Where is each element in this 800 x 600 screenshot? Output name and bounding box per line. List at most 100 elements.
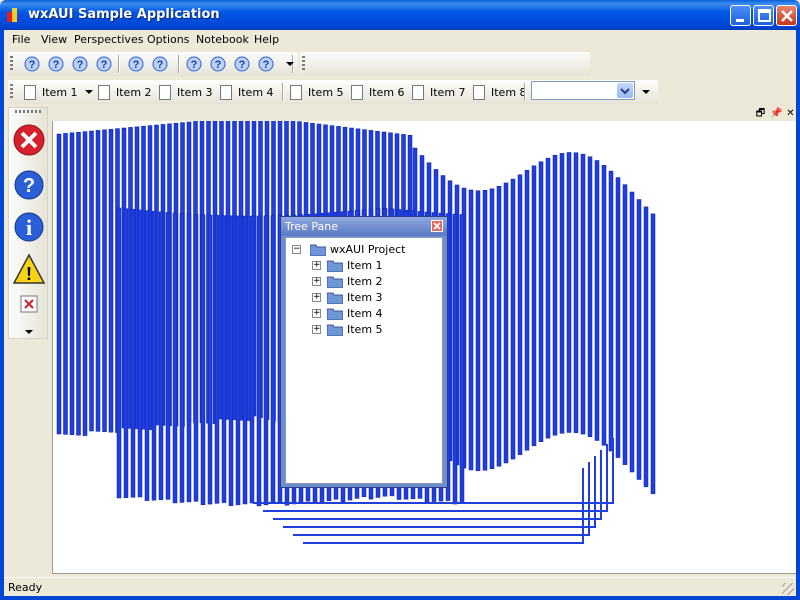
tree-pane-caption[interactable]: Tree Pane [281, 217, 447, 236]
toolbar-grip[interactable] [10, 84, 13, 100]
help-icon: ? [210, 56, 226, 72]
help-toolbar-button[interactable]: ? [71, 55, 91, 73]
toolbar-combo[interactable] [531, 81, 635, 100]
toolbar-grip[interactable] [15, 110, 43, 113]
help-toolbar-button[interactable]: ? [185, 55, 205, 73]
pane-restore-icon[interactable]: 🗗 [755, 108, 766, 119]
tree-item[interactable]: + Item 4 [312, 306, 432, 322]
question-button[interactable]: ? [11, 168, 47, 204]
toolbar-item-label: Item 5 [308, 86, 344, 99]
toolbar-grip[interactable] [10, 56, 13, 72]
minimize-icon [736, 19, 744, 22]
pane-close-icon[interactable]: ✕ [785, 108, 796, 119]
menu-notebook[interactable]: Notebook [196, 33, 249, 46]
tree-item[interactable]: + Item 3 [312, 290, 432, 306]
help-toolbar-button[interactable]: ? [233, 55, 253, 73]
toolbar-item-6[interactable]: Item 6 [351, 84, 411, 102]
question-icon: ? [14, 170, 44, 200]
small-error-button[interactable] [11, 294, 47, 330]
help-icon: ? [72, 56, 88, 72]
info-button[interactable]: i [11, 210, 47, 246]
small-error-icon [20, 295, 38, 313]
svg-text:?: ? [29, 59, 36, 71]
document-icon [351, 85, 363, 100]
menu-bar: File View Perspectives Options Notebook … [4, 30, 796, 50]
error-icon [13, 124, 45, 156]
help-toolbar-button[interactable]: ? [47, 55, 67, 73]
toolbar-item-3[interactable]: Item 3 [159, 84, 219, 102]
document-icon [412, 85, 424, 100]
tree-item-label: Item 1 [347, 259, 383, 272]
toolbar-item-label: Item 6 [369, 86, 405, 99]
toolbar-item-1[interactable]: Item 1 [24, 84, 84, 102]
help-toolbar-button[interactable]: ? [257, 55, 277, 73]
toolbar-item-label: Item 1 [42, 86, 78, 99]
help-toolbar-button[interactable]: ? [95, 55, 115, 73]
folder-icon [327, 276, 343, 288]
tree-control[interactable]: − wxAUI Project + Item 1 + Item 2 + Item 3 + It… [285, 237, 443, 484]
svg-text:?: ? [101, 59, 108, 71]
warning-icon: ! [12, 253, 46, 284]
toolbar-overflow-chevron[interactable] [25, 330, 33, 334]
toolbar-item-label: Item 2 [116, 86, 152, 99]
minimize-button[interactable] [730, 5, 751, 26]
close-button[interactable] [776, 5, 797, 26]
help-toolbar-button[interactable]: ? [151, 55, 171, 73]
document-icon [159, 85, 171, 100]
help-toolbar-button[interactable]: ? [209, 55, 229, 73]
toolbar-grip[interactable] [302, 56, 305, 72]
menu-options[interactable]: Options [147, 33, 189, 46]
toolbar-separator [524, 83, 526, 101]
document-icon [290, 85, 302, 100]
expand-icon[interactable]: + [312, 293, 321, 302]
toolbar-item-7[interactable]: Item 7 [412, 84, 472, 102]
tree-root[interactable]: − wxAUI Project [292, 242, 442, 258]
menu-help[interactable]: Help [254, 33, 279, 46]
svg-text:?: ? [53, 59, 60, 71]
toolbar-item-2[interactable]: Item 2 [98, 84, 158, 102]
tree-item[interactable]: + Item 5 [312, 322, 432, 338]
pane-pin-icon[interactable]: 📌 [770, 108, 782, 119]
toolbar-overflow-chevron[interactable] [642, 90, 650, 94]
expand-icon[interactable]: + [312, 261, 321, 270]
menu-view[interactable]: View [41, 33, 67, 46]
tree-item-label: Item 2 [347, 275, 383, 288]
document-icon [24, 85, 36, 100]
toolbar-item-label: Item 4 [238, 86, 274, 99]
svg-text:!: ! [26, 264, 32, 284]
toolbar-item-5[interactable]: Item 5 [290, 84, 350, 102]
expand-icon[interactable]: + [312, 325, 321, 334]
tree-item[interactable]: + Item 2 [312, 274, 432, 290]
help-toolbar-button[interactable]: ? [23, 55, 43, 73]
expand-icon[interactable]: + [312, 277, 321, 286]
help-icon: ? [24, 56, 40, 72]
svg-text:?: ? [133, 59, 140, 71]
close-icon [781, 10, 793, 22]
vertical-toolbar: ? i ! [8, 107, 48, 339]
expand-icon[interactable]: + [312, 309, 321, 318]
help-toolbar-button[interactable]: ? [127, 55, 147, 73]
pane-caption: 🗗 📌 ✕ [52, 107, 798, 121]
combo-dropdown-button[interactable] [617, 83, 633, 98]
maximize-button[interactable] [753, 5, 774, 26]
item1-dropdown-chevron[interactable] [85, 90, 93, 94]
toolbar-item-label: Item 8 [491, 86, 527, 99]
folder-icon [327, 324, 343, 336]
resize-grip[interactable] [782, 583, 794, 595]
toolbar-overflow-chevron[interactable] [286, 62, 294, 66]
tree-item-label: Item 4 [347, 307, 383, 320]
document-icon [98, 85, 110, 100]
toolbar-separator [118, 55, 120, 73]
error-button[interactable] [11, 122, 47, 158]
menu-file[interactable]: File [12, 33, 30, 46]
folder-icon [327, 260, 343, 272]
document-icon [473, 85, 485, 100]
collapse-icon[interactable]: − [292, 245, 301, 254]
toolbar-item-4[interactable]: Item 4 [220, 84, 280, 102]
title-bar[interactable]: wxAUI Sample Application [0, 0, 800, 30]
help-icon: ? [234, 56, 250, 72]
menu-perspectives[interactable]: Perspectives [74, 33, 143, 46]
warning-button[interactable]: ! [11, 252, 47, 288]
tree-item[interactable]: + Item 1 [312, 258, 432, 274]
tree-pane-close-button[interactable] [431, 220, 443, 232]
